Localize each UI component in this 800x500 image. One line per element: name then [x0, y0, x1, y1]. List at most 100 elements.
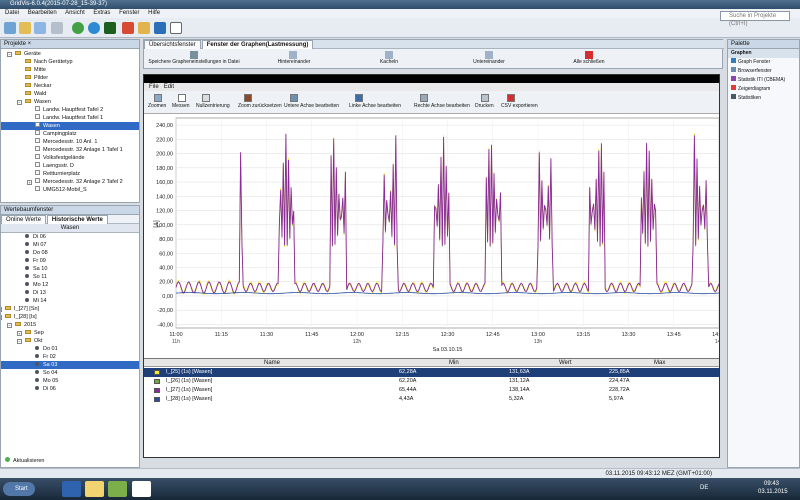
- values-tree-item[interactable]: Di 06: [1, 233, 139, 241]
- user-icon[interactable]: [138, 22, 150, 34]
- values-tree-item[interactable]: Fr 02: [1, 353, 139, 361]
- refresh-button[interactable]: Aktualisieren: [5, 457, 45, 464]
- values-tree-item[interactable]: − I_[28] [Is]: [1, 313, 139, 321]
- chart-icon[interactable]: [122, 22, 134, 34]
- values-tree-item[interactable]: So 04: [1, 369, 139, 377]
- document-icon[interactable]: [170, 22, 182, 34]
- values-tree-item[interactable]: + I_[27] [Sn]: [1, 305, 139, 313]
- values-tree-item[interactable]: − Okt: [1, 337, 139, 345]
- values-tree-item[interactable]: Do 08: [1, 249, 139, 257]
- close-all-button[interactable]: Alle schließen: [549, 59, 629, 66]
- project-tree-item[interactable]: Mercedesstr. 32 Anlage 1 Tafel 1: [1, 146, 139, 154]
- undo-icon[interactable]: [51, 22, 63, 34]
- values-tree-item[interactable]: Mo 12: [1, 281, 139, 289]
- project-tree-item[interactable]: − Geräte: [1, 50, 139, 58]
- tab-historical-values[interactable]: Historische Werte: [46, 215, 108, 224]
- paint-icon[interactable]: [132, 481, 151, 497]
- project-tree-item[interactable]: Campingplatz: [1, 130, 139, 138]
- gridvis-icon[interactable]: [108, 481, 127, 497]
- values-tree-item[interactable]: Sa 10: [1, 265, 139, 273]
- palette-phasor-diagram[interactable]: Zeigerdiagram: [728, 85, 799, 94]
- values-tree-item[interactable]: Sa 03: [1, 361, 139, 369]
- powershell-icon[interactable]: [62, 481, 81, 497]
- values-tree-item[interactable]: Do 01: [1, 345, 139, 353]
- values-tree-item[interactable]: Di 06: [1, 385, 139, 393]
- graph-tool-3[interactable]: Zoom zurücksetzen: [238, 103, 282, 109]
- project-tree-item[interactable]: UMG512-Mobil_S: [1, 186, 139, 194]
- values-tree-item[interactable]: So 11: [1, 273, 139, 281]
- expand-icon[interactable]: +: [27, 180, 32, 185]
- values-tree-item[interactable]: + Sep: [1, 329, 139, 337]
- collapse-icon[interactable]: −: [7, 323, 12, 328]
- connect-icon[interactable]: [72, 22, 84, 34]
- project-tree-item[interactable]: Wasen: [1, 122, 139, 130]
- tab-graph-window[interactable]: Fenster der Graphen(Lastmessung): [201, 40, 314, 49]
- graph-tool-5[interactable]: Linke Achse bearbeiten: [349, 103, 401, 109]
- language-indicator[interactable]: DE: [700, 485, 708, 491]
- start-button[interactable]: Start: [3, 482, 35, 496]
- values-tree-item[interactable]: Fr 09: [1, 257, 139, 265]
- project-tree-item[interactable]: Pilder: [1, 74, 139, 82]
- graph-tool-7[interactable]: Drucken: [475, 103, 494, 109]
- graph-tool-8[interactable]: CSV exportieren: [501, 103, 538, 109]
- expand-icon[interactable]: +: [17, 331, 22, 336]
- tab-online-values[interactable]: Online Werte: [1, 215, 46, 224]
- cascade-button[interactable]: Hintereinander: [254, 59, 334, 66]
- palette-statistics[interactable]: Statistiken: [728, 94, 799, 103]
- save-graph-settings-button[interactable]: Speichere Grapheneinstellungen in Datei: [144, 59, 244, 66]
- project-tree-item[interactable]: Mitte: [1, 66, 139, 74]
- project-tree-item[interactable]: Landw. Hauptfest Tafel 1: [1, 114, 139, 122]
- device-icon[interactable]: [104, 22, 116, 34]
- values-tree-item[interactable]: Mi 14: [1, 297, 139, 305]
- menu-hilfe[interactable]: Hilfe: [148, 10, 160, 16]
- graph-menu-file[interactable]: File: [149, 84, 159, 90]
- palette-graph-window[interactable]: Graph Fenster: [728, 58, 799, 67]
- graph-tool-6[interactable]: Rechte Achse bearbeiten: [414, 103, 470, 109]
- palette-category-graphs[interactable]: Graphen: [728, 49, 799, 58]
- project-tree-item[interactable]: Neckar: [1, 82, 139, 90]
- palette-browser-window[interactable]: Browserfenster: [728, 67, 799, 76]
- legend-row[interactable]: I_[25] (1s) [Wasen] 62,28A 131,63A 225,85A: [144, 368, 719, 377]
- graph-tool-4[interactable]: Untere Achse bearbeiten: [284, 103, 339, 109]
- menu-extras[interactable]: Extras: [93, 10, 110, 16]
- new-icon[interactable]: [4, 22, 16, 34]
- project-tree-item[interactable]: − Wasen: [1, 98, 139, 106]
- explorer-icon[interactable]: [85, 481, 104, 497]
- values-tree-item[interactable]: Mo 05: [1, 377, 139, 385]
- menu-bearbeiten[interactable]: Bearbeiten: [28, 10, 57, 16]
- sync-icon[interactable]: [88, 22, 100, 34]
- project-tree-item[interactable]: Reitturnierplatz: [1, 170, 139, 178]
- search-input[interactable]: Suche in Projekte (Ctrl+I): [720, 11, 790, 27]
- project-tree-item[interactable]: Volksfestgelände: [1, 154, 139, 162]
- graph-tool-1[interactable]: Messen: [172, 103, 190, 109]
- project-tree-item[interactable]: Mercedesstr. 10 Anl. 1: [1, 138, 139, 146]
- expand-icon[interactable]: +: [1, 307, 2, 312]
- stack-button[interactable]: Untereinander: [449, 59, 529, 66]
- graph-tool-0[interactable]: Zoomen: [148, 103, 166, 109]
- collapse-icon[interactable]: −: [1, 315, 2, 320]
- legend-row[interactable]: I_[27] (1s) [Wasen] 65,44A 138,14A 228,72A: [144, 386, 719, 395]
- values-tree-item[interactable]: Di 13: [1, 289, 139, 297]
- collapse-icon[interactable]: −: [17, 100, 22, 105]
- project-tree-item[interactable]: + Mercedesstr. 32 Anlage 2 Tafel 2: [1, 178, 139, 186]
- project-tree-item[interactable]: Laengsstr. D: [1, 162, 139, 170]
- values-tree-item[interactable]: − 2015: [1, 321, 139, 329]
- project-tree-item[interactable]: Wald: [1, 90, 139, 98]
- collapse-icon[interactable]: −: [7, 52, 12, 57]
- palette-iti-statistics[interactable]: Statistik ITI (CBEMA): [728, 76, 799, 85]
- tab-overview[interactable]: Übersichtsfenster: [144, 40, 201, 49]
- settings-icon[interactable]: [154, 22, 166, 34]
- open-icon[interactable]: [19, 22, 31, 34]
- collapse-icon[interactable]: −: [17, 339, 22, 344]
- tile-button[interactable]: Kacheln: [349, 59, 429, 66]
- values-tree-item[interactable]: Mi 07: [1, 241, 139, 249]
- project-tree-item[interactable]: Landw. Hauptfest Tafel 2: [1, 106, 139, 114]
- legend-row[interactable]: I_[26] (1s) [Wasen] 62,20A 131,12A 224,47A: [144, 377, 719, 386]
- graph-menu-edit[interactable]: Edit: [164, 84, 174, 90]
- project-tree-item[interactable]: Nach Gerätetyp: [1, 58, 139, 66]
- menu-ansicht[interactable]: Ansicht: [65, 10, 85, 16]
- legend-row[interactable]: I_[28] (1s) [Wasen] 4,43A 5,32A 5,97A: [144, 395, 719, 404]
- menu-fenster[interactable]: Fenster: [119, 10, 139, 16]
- save-icon[interactable]: [34, 22, 46, 34]
- menu-datei[interactable]: Datei: [5, 10, 19, 16]
